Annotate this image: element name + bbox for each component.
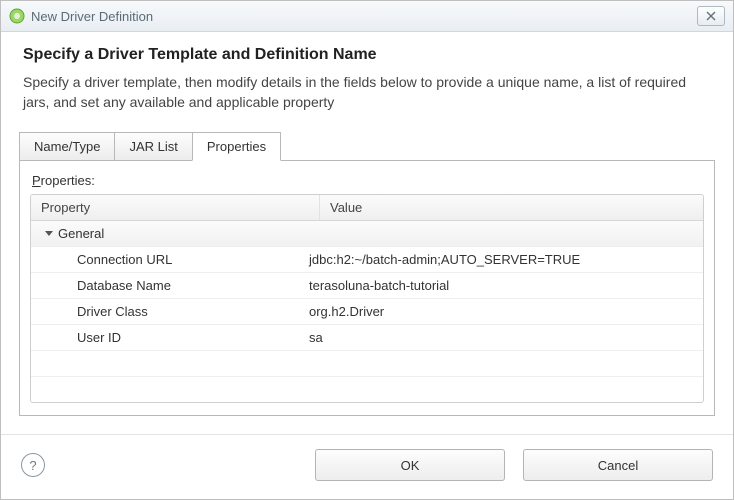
app-icon bbox=[9, 8, 25, 24]
tab-panel-properties: Properties: Property Value General Conne… bbox=[19, 160, 715, 416]
group-row-general[interactable]: General bbox=[31, 221, 703, 247]
chevron-down-icon bbox=[45, 231, 53, 236]
property-name: Database Name bbox=[31, 274, 299, 297]
tab-name-type[interactable]: Name/Type bbox=[19, 132, 115, 160]
table-row[interactable]: Database Name terasoluna-batch-tutorial bbox=[31, 273, 703, 299]
close-icon bbox=[706, 11, 716, 21]
property-value[interactable]: terasoluna-batch-tutorial bbox=[299, 274, 703, 297]
property-name: User ID bbox=[31, 326, 299, 349]
tab-jar-list[interactable]: JAR List bbox=[114, 132, 192, 160]
help-icon: ? bbox=[29, 458, 36, 473]
page-heading: Specify a Driver Template and Definition… bbox=[23, 46, 711, 64]
help-button[interactable]: ? bbox=[21, 453, 45, 477]
table-row[interactable]: Driver Class org.h2.Driver bbox=[31, 299, 703, 325]
tab-properties[interactable]: Properties bbox=[192, 132, 281, 161]
dialog-footer: ? OK Cancel bbox=[1, 434, 733, 499]
properties-label: Properties: bbox=[32, 173, 704, 188]
ok-button[interactable]: OK bbox=[315, 449, 505, 481]
table-row[interactable]: Connection URL jdbc:h2:~/batch-admin;AUT… bbox=[31, 247, 703, 273]
table-row-empty bbox=[31, 351, 703, 377]
properties-table: Property Value General Connection URL jd… bbox=[30, 194, 704, 403]
tabs-row: Name/Type JAR List Properties bbox=[1, 131, 733, 160]
titlebar: New Driver Definition bbox=[1, 1, 733, 32]
property-value[interactable]: org.h2.Driver bbox=[299, 300, 703, 323]
property-name: Connection URL bbox=[31, 248, 299, 271]
column-header-property[interactable]: Property bbox=[31, 195, 320, 220]
properties-table-header: Property Value bbox=[31, 195, 703, 221]
property-value[interactable]: sa bbox=[299, 326, 703, 349]
page-description: Specify a driver template, then modify d… bbox=[23, 72, 711, 113]
table-row-empty bbox=[31, 377, 703, 402]
property-value[interactable]: jdbc:h2:~/batch-admin;AUTO_SERVER=TRUE bbox=[299, 248, 703, 271]
column-header-value[interactable]: Value bbox=[320, 195, 703, 220]
header-area: Specify a Driver Template and Definition… bbox=[1, 32, 733, 123]
property-name: Driver Class bbox=[31, 300, 299, 323]
group-label: General bbox=[58, 226, 104, 241]
dialog-window: New Driver Definition Specify a Driver T… bbox=[0, 0, 734, 500]
table-row[interactable]: User ID sa bbox=[31, 325, 703, 351]
window-title: New Driver Definition bbox=[31, 9, 697, 24]
cancel-button[interactable]: Cancel bbox=[523, 449, 713, 481]
close-button[interactable] bbox=[697, 6, 725, 26]
